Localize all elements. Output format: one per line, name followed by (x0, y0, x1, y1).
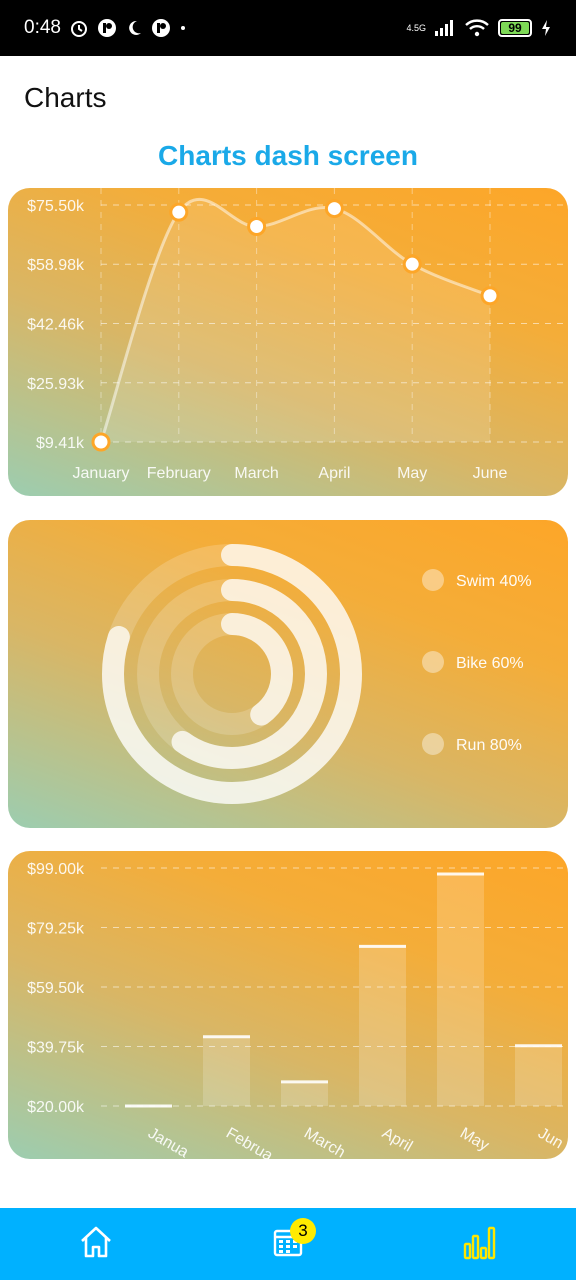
line-point[interactable] (91, 432, 111, 452)
x-tick-label: May (457, 1125, 492, 1155)
bottom-nav: 3 (0, 1208, 576, 1280)
legend-swatch (422, 733, 444, 755)
y-tick-label: $99.00k (27, 861, 85, 878)
y-tick-label: $75.50k (27, 198, 85, 215)
x-tick-label: April (318, 465, 350, 482)
status-bar: 0:48 4.5G 99 (0, 0, 576, 56)
x-tick-label: June (473, 465, 508, 482)
legend-label: Bike 60% (456, 655, 524, 672)
x-tick-label: March (234, 465, 278, 482)
y-tick-label: $9.41k (36, 435, 85, 452)
line-area (101, 199, 490, 442)
radial-bar-chart: Swim 40% Bike 60% Run 80% (102, 544, 532, 804)
radial-chart-card: Swim 40% Bike 60% Run 80% (8, 520, 568, 828)
network-type: 4.5G (406, 23, 426, 33)
notification-app-icon-2 (151, 18, 171, 38)
y-tick-label: $39.75k (27, 1040, 85, 1057)
charging-icon (540, 19, 552, 37)
y-tick-label: $79.25k (27, 921, 85, 938)
line-chart-card: $75.50k $58.98k $42.46k $25.93k $9.41k Januar… (8, 188, 568, 496)
y-tick-label: $59.50k (27, 980, 85, 997)
bar[interactable] (515, 1045, 562, 1106)
x-tick-label: April (379, 1125, 415, 1156)
line-point[interactable] (169, 202, 189, 222)
y-tick-label: $58.98k (27, 257, 85, 274)
x-tick-label: January (73, 465, 130, 482)
bar-chart: $99.00k $79.25k $59.50k $39.75k $20.00k Janua… (27, 861, 568, 1159)
legend-label: Swim 40% (456, 573, 532, 590)
nav-calendar[interactable]: 3 (258, 1214, 318, 1274)
home-icon (78, 1224, 114, 1265)
line-point[interactable] (402, 254, 422, 274)
legend-swatch (422, 569, 444, 591)
y-tick-label: $20.00k (27, 1099, 85, 1116)
bar[interactable] (437, 874, 484, 1106)
notification-app-icon (97, 18, 117, 38)
line-point[interactable] (324, 199, 344, 219)
y-tick-label: $42.46k (27, 316, 85, 333)
alarm-icon (69, 18, 89, 38)
line-point[interactable] (247, 217, 267, 237)
bar[interactable] (359, 946, 406, 1106)
x-tick-label: Janua (145, 1125, 191, 1159)
battery-indicator: 99 (498, 19, 532, 37)
y-tick-label: $25.93k (27, 376, 85, 393)
moon-icon (125, 19, 143, 37)
app-bar: Charts (0, 56, 576, 140)
legend-swatch (422, 651, 444, 673)
legend-label: Run 80% (456, 737, 522, 754)
nav-charts[interactable] (450, 1214, 510, 1274)
bar[interactable] (281, 1081, 328, 1106)
bar-chart-icon (463, 1224, 497, 1265)
dot-icon (179, 24, 187, 32)
x-tick-label: May (397, 465, 427, 482)
line-chart: $75.50k $58.98k $42.46k $25.93k $9.41k Januar… (27, 188, 568, 482)
nav-home[interactable] (66, 1214, 126, 1274)
status-time: 0:48 (24, 17, 61, 38)
x-tick-label: March (301, 1125, 348, 1159)
x-tick-label: Februa (223, 1125, 275, 1159)
wifi-icon (464, 18, 490, 38)
bar-chart-card: $99.00k $79.25k $59.50k $39.75k $20.00k Janua… (8, 851, 568, 1159)
bar[interactable] (203, 1036, 250, 1106)
line-point[interactable] (480, 286, 500, 306)
notification-badge: 3 (290, 1218, 316, 1244)
signal-icon (434, 19, 456, 37)
screen-title: Charts dash screen (158, 140, 418, 171)
page-title: Charts (24, 82, 107, 113)
x-tick-label: Jun (535, 1125, 566, 1153)
x-tick-label: February (147, 465, 211, 482)
